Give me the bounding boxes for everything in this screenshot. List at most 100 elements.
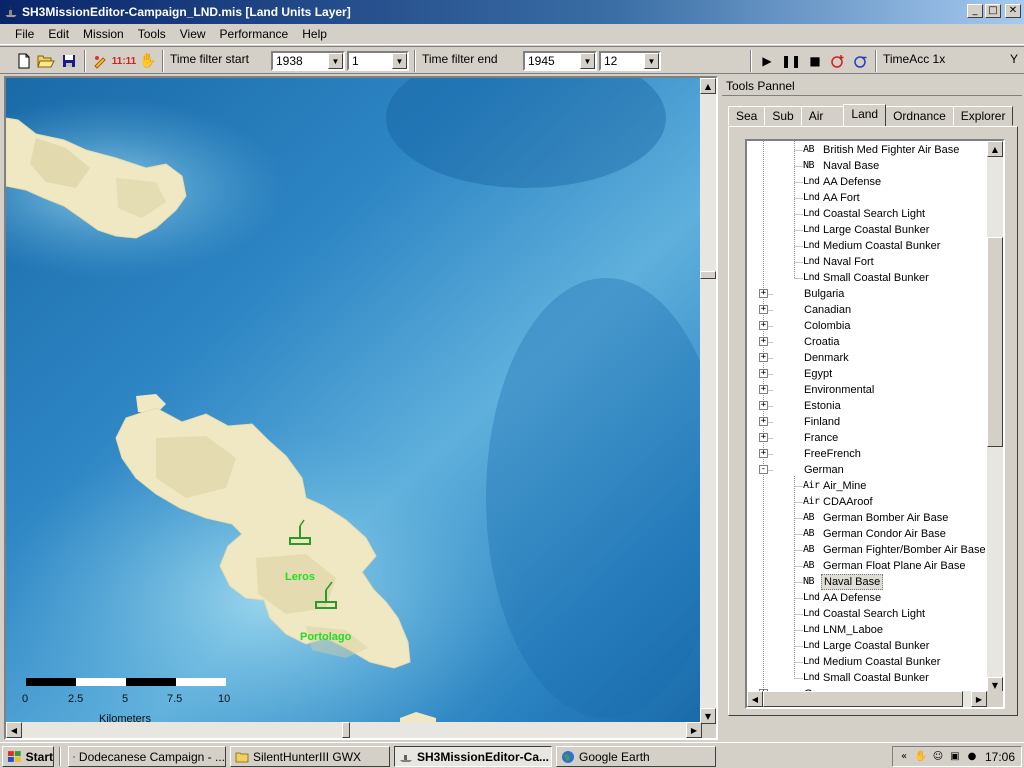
- chevron-down-icon[interactable]: ▼: [580, 53, 595, 69]
- minimize-button[interactable]: _: [967, 4, 983, 18]
- menu-mission[interactable]: Mission: [76, 25, 131, 43]
- tray-network-icon[interactable]: ▣: [948, 750, 962, 764]
- menu-tools[interactable]: Tools: [131, 25, 173, 43]
- save-button[interactable]: [59, 51, 79, 71]
- clock-tool-button[interactable]: 11:11: [112, 51, 136, 71]
- start-month-select[interactable]: 1 ▼: [347, 51, 409, 71]
- tree-node-label[interactable]: Finland: [802, 414, 842, 430]
- tree-expand-icon[interactable]: +: [759, 417, 768, 426]
- scroll-right-icon[interactable]: ▶: [971, 691, 987, 707]
- tree-expand-icon[interactable]: +: [759, 401, 768, 410]
- map-horizontal-scrollbar[interactable]: ◀ ▶: [6, 722, 702, 738]
- scroll-up-icon[interactable]: ▲: [700, 78, 716, 94]
- tree-node-label[interactable]: Coastal Search Light: [821, 206, 927, 222]
- scroll-thumb[interactable]: [763, 691, 963, 707]
- tree-expand-icon[interactable]: +: [759, 289, 768, 298]
- menu-edit[interactable]: Edit: [41, 25, 76, 43]
- tree-node-label[interactable]: AA Fort: [821, 190, 862, 206]
- tree-expand-icon[interactable]: +: [759, 337, 768, 346]
- tree-expand-icon[interactable]: +: [759, 449, 768, 458]
- tree-node-label[interactable]: Coastal Search Light: [821, 606, 927, 622]
- tree-expand-icon[interactable]: +: [759, 305, 768, 314]
- end-year-select[interactable]: 1945 ▼: [523, 51, 597, 71]
- maximize-button[interactable]: □: [985, 4, 1001, 18]
- tray-expand-icon[interactable]: «: [897, 750, 911, 764]
- tray-user-icon[interactable]: ☺: [931, 750, 945, 764]
- slow-down-button[interactable]: [851, 51, 871, 71]
- tree-node-label[interactable]: Small Coastal Bunker: [821, 270, 931, 286]
- scroll-right-icon[interactable]: ▶: [686, 722, 702, 738]
- tree-node-label[interactable]: Small Coastal Bunker: [821, 670, 931, 686]
- tree-node-label[interactable]: Naval Base: [821, 574, 884, 590]
- map-graphic[interactable]: Leros Portolago 0 2.5 5 7.5 10 Kilometer…: [6, 78, 702, 724]
- tree-node-label[interactable]: British Med Fighter Air Base: [821, 142, 961, 158]
- tab-land[interactable]: Land: [843, 104, 887, 126]
- map-vertical-scrollbar[interactable]: ▲ ▼: [700, 78, 716, 724]
- tree-node-label[interactable]: Croatia: [802, 334, 841, 350]
- unit-tree[interactable]: AB British Med Fighter Air Base NB Naval Ba…: [745, 139, 1005, 709]
- pencil-tool-button[interactable]: [90, 51, 110, 71]
- tree-node-label[interactable]: Bulgaria: [802, 286, 846, 302]
- tree-node-label[interactable]: Naval Fort: [821, 254, 876, 270]
- open-button[interactable]: [36, 51, 56, 71]
- tree-collapse-icon[interactable]: -: [759, 465, 768, 474]
- tree-expand-icon[interactable]: +: [759, 433, 768, 442]
- tree-node-label[interactable]: German Fighter/Bomber Air Base: [821, 542, 988, 558]
- tree-node-label[interactable]: Colombia: [802, 318, 852, 334]
- new-file-button[interactable]: [14, 51, 34, 71]
- map-canvas[interactable]: Leros Portolago 0 2.5 5 7.5 10 Kilometer…: [6, 78, 702, 724]
- play-button[interactable]: ▶: [757, 51, 777, 71]
- tree-node-label[interactable]: Air_Mine: [821, 478, 868, 494]
- tree-node-label[interactable]: German Bomber Air Base: [821, 510, 950, 526]
- start-button[interactable]: Start: [2, 746, 54, 767]
- tree-expand-icon[interactable]: +: [759, 369, 768, 378]
- tab-sub[interactable]: Sub: [764, 106, 802, 126]
- tree-vertical-scrollbar[interactable]: ▲ ▼: [987, 141, 1003, 693]
- tree-node-label[interactable]: Large Coastal Bunker: [821, 638, 931, 654]
- pause-button[interactable]: ❚❚: [781, 51, 801, 71]
- tree-node-label[interactable]: France: [802, 430, 840, 446]
- tree-node-label[interactable]: Egypt: [802, 366, 834, 382]
- scroll-thumb[interactable]: [342, 722, 350, 738]
- chevron-down-icon[interactable]: ▼: [392, 53, 407, 69]
- tree-node-label[interactable]: AA Defense: [821, 174, 883, 190]
- map-view[interactable]: Leros Portolago 0 2.5 5 7.5 10 Kilometer…: [4, 76, 718, 740]
- tree-node-label[interactable]: Naval Base: [821, 158, 881, 174]
- task-mission-editor[interactable]: SH3MissionEditor-Ca...: [394, 746, 552, 767]
- task-silenthunter[interactable]: SilentHunterIII GWX: [230, 746, 390, 767]
- tray-hand-icon[interactable]: ✋: [914, 750, 928, 764]
- tree-node-label[interactable]: Estonia: [802, 398, 843, 414]
- tree-node-label[interactable]: Medium Coastal Bunker: [821, 238, 942, 254]
- scroll-left-icon[interactable]: ◀: [6, 722, 22, 738]
- scroll-left-icon[interactable]: ◀: [747, 691, 763, 707]
- tree-node-label[interactable]: AA Defense: [821, 590, 883, 606]
- tree-node-label[interactable]: Environmental: [802, 382, 876, 398]
- scroll-thumb[interactable]: [987, 237, 1003, 447]
- tray-globe-icon[interactable]: ●: [965, 750, 979, 764]
- tree-horizontal-scrollbar[interactable]: ◀ ▶: [747, 691, 987, 707]
- tree-expand-icon[interactable]: +: [759, 321, 768, 330]
- tab-ordnance[interactable]: Ordnance: [885, 106, 954, 126]
- tab-air[interactable]: Air: [800, 106, 845, 126]
- menu-view[interactable]: View: [173, 25, 213, 43]
- tree-node-label[interactable]: Medium Coastal Bunker: [821, 654, 942, 670]
- speed-up-button[interactable]: [828, 51, 848, 71]
- tree-expand-icon[interactable]: +: [759, 353, 768, 362]
- tree-node-label[interactable]: CDAAroof: [821, 494, 875, 510]
- scroll-down-icon[interactable]: ▼: [700, 708, 716, 724]
- tree-node-label[interactable]: FreeFrench: [802, 446, 863, 462]
- menu-file[interactable]: File: [8, 25, 41, 43]
- menu-help[interactable]: Help: [295, 25, 334, 43]
- tree-node-label[interactable]: LNM_Laboe: [821, 622, 885, 638]
- tree-node-label[interactable]: German Float Plane Air Base: [821, 558, 967, 574]
- hand-tool-button[interactable]: ✋: [138, 51, 158, 71]
- stop-button[interactable]: ■: [805, 51, 825, 71]
- chevron-down-icon[interactable]: ▼: [328, 53, 343, 69]
- task-google-earth[interactable]: Google Earth: [556, 746, 716, 767]
- tree-node-label[interactable]: German Condor Air Base: [821, 526, 948, 542]
- tree-node-label[interactable]: Canadian: [802, 302, 853, 318]
- close-button[interactable]: ✕: [1005, 4, 1021, 18]
- tree-node-label[interactable]: Denmark: [802, 350, 851, 366]
- tab-explorer[interactable]: Explorer: [952, 106, 1014, 126]
- tree-node-label[interactable]: Large Coastal Bunker: [821, 222, 931, 238]
